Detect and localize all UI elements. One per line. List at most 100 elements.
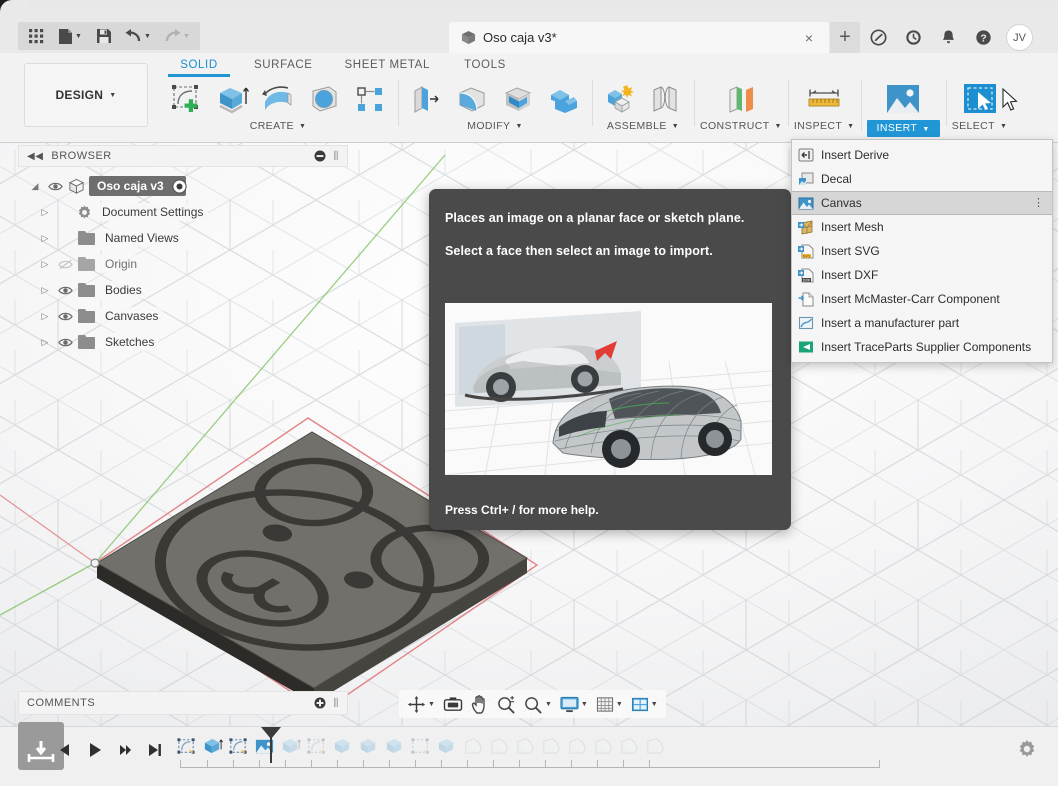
expand-arrow-icon[interactable]: ▷ (38, 207, 52, 218)
visibility-eye-icon[interactable] (56, 311, 74, 322)
tree-item-document-settings[interactable]: ▷ Document Settings (18, 199, 348, 225)
grid-snaps-icon[interactable]: ▼ (592, 691, 627, 717)
fit-icon[interactable]: ▼ (520, 691, 556, 717)
insert-dropdown-menu[interactable]: Insert Derive Decal Canvas ⋮ Insert Mesh… (791, 139, 1053, 363)
timeline-extrude-feature[interactable] (434, 734, 458, 758)
tree-item-named-views[interactable]: ▷ Named Views (18, 225, 348, 251)
visibility-eye-icon[interactable] (56, 337, 74, 348)
insert-canvas-icon[interactable] (881, 77, 925, 121)
timeline-fillet-feature[interactable] (642, 734, 666, 758)
tab-sheet-metal[interactable]: SHEET METAL (329, 55, 446, 77)
panel-assemble-label[interactable]: ASSEMBLE ▼ (607, 120, 679, 132)
collapse-left-icon[interactable]: ◀◀ (27, 151, 43, 162)
expand-arrow-icon[interactable]: ▷ (38, 259, 52, 270)
combine-icon[interactable] (542, 77, 586, 121)
panel-insert-label[interactable]: INSERT ▼ (866, 120, 940, 137)
step-forward-icon[interactable] (112, 737, 138, 763)
timeline-extrude-feature[interactable] (356, 734, 380, 758)
menu-item-manufacturer-part[interactable]: Insert a manufacturer part (792, 311, 1052, 335)
measure-icon[interactable] (802, 77, 846, 121)
menu-item-insert-svg[interactable]: SVG Insert SVG (792, 239, 1052, 263)
timeline-extrude-feature[interactable] (278, 734, 302, 758)
notifications-bell-icon[interactable] (932, 22, 965, 53)
timeline-extrude-feature[interactable] (330, 734, 354, 758)
timeline-track[interactable] (174, 727, 998, 768)
timeline-playhead-marker[interactable] (261, 727, 281, 763)
recent-activity-icon[interactable] (897, 22, 930, 53)
browser-header[interactable]: ◀◀ BROWSER ⦀ (18, 145, 348, 167)
extrude-icon[interactable] (210, 77, 254, 121)
workspace-switcher-button[interactable]: DESIGN ▼ (24, 63, 148, 127)
panel-resize-handle[interactable]: ⦀ (333, 696, 339, 711)
visibility-eye-icon[interactable] (56, 285, 74, 296)
play-icon[interactable] (82, 737, 108, 763)
avatar[interactable]: JV (1006, 24, 1033, 51)
activate-radio-icon[interactable] (172, 178, 187, 194)
tree-item-canvases[interactable]: ▷ Canvases (18, 303, 348, 329)
new-tab-button[interactable]: + (830, 22, 860, 53)
menu-item-traceparts[interactable]: Insert TraceParts Supplier Components (792, 335, 1052, 359)
tab-tools[interactable]: TOOLS (446, 55, 524, 77)
timeline-fillet-feature[interactable] (460, 734, 484, 758)
expand-arrow-icon[interactable]: ▷ (38, 311, 52, 322)
create-sketch-icon[interactable] (164, 77, 208, 121)
look-at-icon[interactable] (439, 691, 467, 717)
close-tab-icon[interactable]: × (799, 30, 819, 46)
pattern-icon[interactable] (348, 77, 392, 121)
job-status-icon[interactable] (862, 22, 895, 53)
tab-solid[interactable]: SOLID (160, 55, 238, 77)
step-back-icon[interactable] (52, 737, 78, 763)
panel-inspect-label[interactable]: INSPECT ▼ (794, 120, 855, 132)
save-icon[interactable] (90, 23, 118, 49)
help-icon[interactable]: ? (967, 22, 1000, 53)
orbit-icon[interactable]: ▼ (403, 691, 439, 717)
tree-item-sketches[interactable]: ▷ Sketches (18, 329, 348, 355)
tree-item-origin[interactable]: ▷ Origin (18, 251, 348, 277)
menu-item-insert-mesh[interactable]: Insert Mesh (792, 215, 1052, 239)
timeline-fillet-feature[interactable] (512, 734, 536, 758)
timeline-sketch-feature[interactable] (174, 734, 198, 758)
tab-surface[interactable]: SURFACE (238, 55, 329, 77)
timeline-sketch-feature[interactable] (408, 734, 432, 758)
app-grid-icon[interactable] (22, 23, 50, 49)
zoom-icon[interactable] (493, 691, 520, 717)
expand-arrow-icon[interactable]: ▷ (38, 337, 52, 348)
display-settings-icon[interactable]: ▼ (556, 691, 592, 717)
add-comment-icon[interactable] (314, 697, 326, 709)
revolve-icon[interactable] (256, 77, 300, 121)
timeline-sketch-feature[interactable] (304, 734, 328, 758)
fillet-icon[interactable] (450, 77, 494, 121)
expand-arrow-icon[interactable]: ◢ (28, 181, 42, 192)
undo-icon[interactable]: ▼ (119, 23, 157, 49)
timeline-extrude-feature[interactable] (200, 734, 224, 758)
timeline-fillet-feature[interactable] (616, 734, 640, 758)
comments-panel-header[interactable]: COMMENTS ⦀ (18, 691, 348, 715)
new-component-icon[interactable] (598, 77, 642, 121)
sweep-icon[interactable] (302, 77, 346, 121)
press-pull-icon[interactable] (404, 77, 448, 121)
document-tab[interactable]: Oso caja v3* × (449, 22, 829, 53)
timeline-fillet-feature[interactable] (538, 734, 562, 758)
panel-select-label[interactable]: SELECT ▼ (952, 120, 1008, 132)
visibility-eye-off-icon[interactable] (56, 259, 74, 270)
menu-item-insert-derive[interactable]: Insert Derive (792, 143, 1052, 167)
offset-plane-icon[interactable] (719, 77, 763, 121)
menu-item-overflow-icon[interactable]: ⋮ (1033, 198, 1044, 209)
tree-item-bodies[interactable]: ▷ Bodies (18, 277, 348, 303)
redo-icon[interactable]: ▼ (158, 23, 196, 49)
joint-icon[interactable] (644, 77, 688, 121)
menu-item-mcmaster-carr[interactable]: Insert McMaster-Carr Component (792, 287, 1052, 311)
timeline-extrude-feature[interactable] (382, 734, 406, 758)
timeline-fillet-feature[interactable] (564, 734, 588, 758)
menu-item-insert-dxf[interactable]: DXF Insert DXF (792, 263, 1052, 287)
timeline-fillet-feature[interactable] (590, 734, 614, 758)
quick-access-toolbar[interactable]: ▼ ▼ ▼ (18, 22, 200, 50)
viewports-icon[interactable]: ▼ (627, 691, 662, 717)
select-window-icon[interactable] (958, 77, 1002, 121)
menu-item-canvas[interactable]: Canvas ⋮ (792, 191, 1052, 215)
tree-item-root[interactable]: ◢ Oso caja v3 (18, 173, 348, 199)
pan-icon[interactable] (467, 691, 493, 717)
panel-resize-handle[interactable]: ⦀ (333, 149, 339, 164)
expand-arrow-icon[interactable]: ▷ (38, 285, 52, 296)
go-to-end-icon[interactable] (142, 737, 168, 763)
